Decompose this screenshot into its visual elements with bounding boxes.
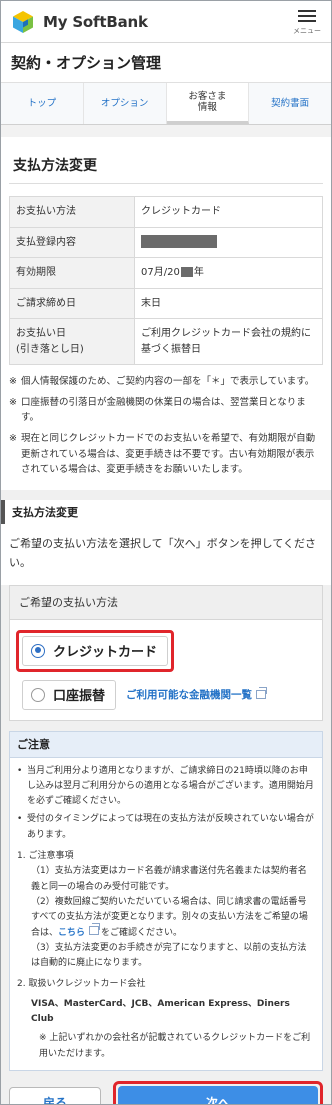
note-mark: ※ bbox=[9, 376, 17, 387]
menu-button[interactable]: メニュー bbox=[293, 7, 321, 36]
notes: ※ 個人情報保護のため、ご契約内容の一部を「＊」で表示しています。 ※ 口座振替の引… bbox=[9, 374, 323, 478]
row-key: お支払い方法 bbox=[10, 197, 135, 227]
caution-box: ご注意 • 当月ご利用分より適用となりますが、ご請求締日の21時頃以降のお申し込み… bbox=[9, 730, 323, 1071]
next-button[interactable]: 次へ bbox=[118, 1085, 318, 1104]
row-key: ご請求締め日 bbox=[10, 288, 135, 318]
masked-year bbox=[180, 267, 193, 277]
radio-label: クレジットカード bbox=[53, 645, 158, 661]
row-key-line1: お支払い日 bbox=[16, 328, 66, 339]
radio-credit-card[interactable]: クレジットカード bbox=[22, 635, 169, 666]
tab-bar: トップ オプション お客さま 情報 契約書面 bbox=[1, 83, 331, 125]
caution-item2-title: 2. 取扱いクレジットカード会社 bbox=[17, 979, 146, 990]
section-title: 支払方法変更 bbox=[9, 147, 323, 184]
table-row: お支払い方法 クレジットカード bbox=[10, 197, 322, 227]
here-link[interactable]: こちら bbox=[58, 928, 85, 938]
radio-bank-transfer[interactable]: 口座振替 bbox=[22, 679, 117, 710]
caution-item1-p2: （2）複数回線ご契約いただいている場合は、同じ請求書の電話番号すべての支払方法が… bbox=[17, 895, 315, 941]
row-value: 末日 bbox=[141, 297, 161, 309]
page-title: 契約・オプション管理 bbox=[1, 43, 331, 83]
radio-row: 口座振替 ご利用可能な金融機関一覧 bbox=[16, 679, 316, 710]
radio-selected-icon bbox=[31, 643, 45, 658]
card-note: ※ 上記いずれかの会社名が記載されているクレジットカードをご利用いただけます。 bbox=[39, 1033, 311, 1059]
expiry-prefix: 07月/20 bbox=[141, 267, 180, 278]
tab-options[interactable]: オプション bbox=[83, 83, 167, 124]
note-mark: ※ bbox=[9, 396, 17, 408]
caution-item1-p2-b: をご確認ください。 bbox=[101, 927, 183, 938]
payment-method-panel: ご希望の支払い方法 クレジットカード 口座振替 ご利用可能な金融機関一覧 bbox=[9, 584, 323, 721]
row-value: 07月/20 年 bbox=[135, 258, 322, 288]
card-brands: VISA、MasterCard、JCB、American Express、Din… bbox=[31, 998, 290, 1024]
softbank-logo-icon[interactable] bbox=[11, 10, 35, 34]
table-row: ご請求締め日 末日 bbox=[10, 287, 322, 318]
caution-item1-p1: （1）支払方法変更はカード名義が請求書送付先名義または契約者名義と同一の場合のみ… bbox=[31, 866, 307, 892]
caution-bullet-text: 受付のタイミングによっては現在の支払方法が反映されていない場合があります。 bbox=[27, 814, 314, 840]
app-header: My SoftBank メニュー bbox=[1, 1, 331, 43]
page: My SoftBank メニュー 契約・オプション管理 トップ オプション お客… bbox=[0, 0, 332, 1105]
table-row: 有効期限 07月/20 年 bbox=[10, 257, 322, 288]
row-value bbox=[135, 228, 322, 258]
radio-unselected-icon bbox=[31, 687, 45, 702]
note-item: ※ 口座振替の引落日が金融機関の休業日の場合は、翌営業日となります。 bbox=[9, 395, 323, 426]
payment-info-table: お支払い方法 クレジットカード 支払登録内容 有効期限 07月/20 年 ご請求締… bbox=[9, 196, 323, 365]
note-text: 個人情報保護のため、ご契約内容の一部を「＊」で表示しています。 bbox=[21, 376, 315, 387]
tab-customer-info[interactable]: お客さま 情報 bbox=[166, 83, 250, 124]
tab-customer-info-line1: お客さま bbox=[188, 90, 227, 102]
row-key-line2: (引き落とし日) bbox=[16, 343, 84, 355]
menu-label: メニュー bbox=[293, 27, 321, 35]
caution-bullet: • 受付のタイミングによっては現在の支払方法が反映されていない場合があります。 bbox=[17, 812, 315, 843]
caution-bullet: • 当月ご利用分より適用となりますが、ご請求締日の21時頃以降のお申し込みは翌月ご… bbox=[17, 764, 315, 810]
button-row: 戻る 次へ bbox=[1, 1071, 331, 1104]
next-highlight: 次へ bbox=[113, 1080, 323, 1104]
caution-title: ご注意 bbox=[10, 731, 322, 758]
highlight-box: クレジットカード bbox=[16, 629, 175, 672]
tab-top[interactable]: トップ bbox=[1, 83, 84, 124]
external-window-icon bbox=[89, 922, 101, 935]
note-mark: ※ bbox=[9, 433, 17, 445]
change-lead-text: ご希望の支払い方法を選択して「次へ」ボタンを押してください。 bbox=[1, 524, 331, 585]
radio-label: 口座振替 bbox=[53, 689, 106, 705]
external-window-icon bbox=[256, 687, 268, 700]
caution-bullet-text: 当月ご利用分より適用となりますが、ご請求締日の21時頃以降のお申し込みは翌月ご利… bbox=[27, 765, 314, 807]
tab-customer-info-line2: 情報 bbox=[197, 102, 217, 113]
spacer bbox=[1, 125, 331, 137]
tab-contract-docs[interactable]: 契約書面 bbox=[249, 83, 331, 124]
note-text: 口座振替の引落日が金融機関の休業日の場合は、翌営業日となります。 bbox=[21, 396, 306, 424]
caution-item1-p3: （3）支払方法変更のお手続きが完了になりますと、以前の支払方法は自動的に廃止にな… bbox=[31, 942, 307, 969]
table-row: お支払い日 (引き落とし日) ご利用クレジットカード会社の規約に基づく振替日 bbox=[10, 318, 322, 364]
row-key: 支払登録内容 bbox=[10, 227, 135, 257]
caution-body: • 当月ご利用分より適用となりますが、ご請求締日の21時頃以降のお申し込みは翌月ご… bbox=[10, 758, 322, 1070]
row-value: クレジットカード bbox=[141, 206, 221, 217]
row-key: お支払い日 (引き落とし日) bbox=[10, 319, 135, 364]
options: クレジットカード 口座振替 ご利用可能な金融機関一覧 bbox=[10, 620, 322, 720]
table-row: 支払登録内容 bbox=[10, 226, 322, 258]
note-text: 現在と同じクレジットカードでのお支払いを希望で、有効期限が自動更新されている場合… bbox=[21, 433, 316, 476]
expiry-suffix: 年 bbox=[193, 267, 204, 278]
masked-value bbox=[141, 235, 217, 248]
row-key: 有効期限 bbox=[10, 258, 135, 288]
note-item: ※ 現在と同じクレジットカードでのお支払いを希望で、有効期限が自動更新されている場… bbox=[9, 431, 323, 478]
note-item: ※ 個人情報保護のため、ご契約内容の一部を「＊」で表示しています。 bbox=[9, 374, 323, 390]
row-value: ご利用クレジットカード会社の規約に基づく振替日 bbox=[141, 328, 311, 355]
caution-item1-title: 1. ご注意事項 bbox=[17, 851, 74, 862]
bank-list-link[interactable]: ご利用可能な金融機関一覧 bbox=[126, 687, 268, 702]
payment-change-section: 支払方法変更 ご希望の支払い方法を選択して「次へ」ボタンを押してください。 ご希… bbox=[1, 490, 331, 1104]
back-button[interactable]: 戻る bbox=[9, 1086, 101, 1104]
brand-name[interactable]: My SoftBank bbox=[43, 13, 148, 31]
bank-list-link-text: ご利用可能な金融機関一覧 bbox=[126, 689, 253, 702]
panel-title: ご希望の支払い方法 bbox=[10, 585, 322, 620]
hamburger-icon bbox=[298, 7, 316, 25]
change-section-title: 支払方法変更 bbox=[1, 500, 331, 525]
